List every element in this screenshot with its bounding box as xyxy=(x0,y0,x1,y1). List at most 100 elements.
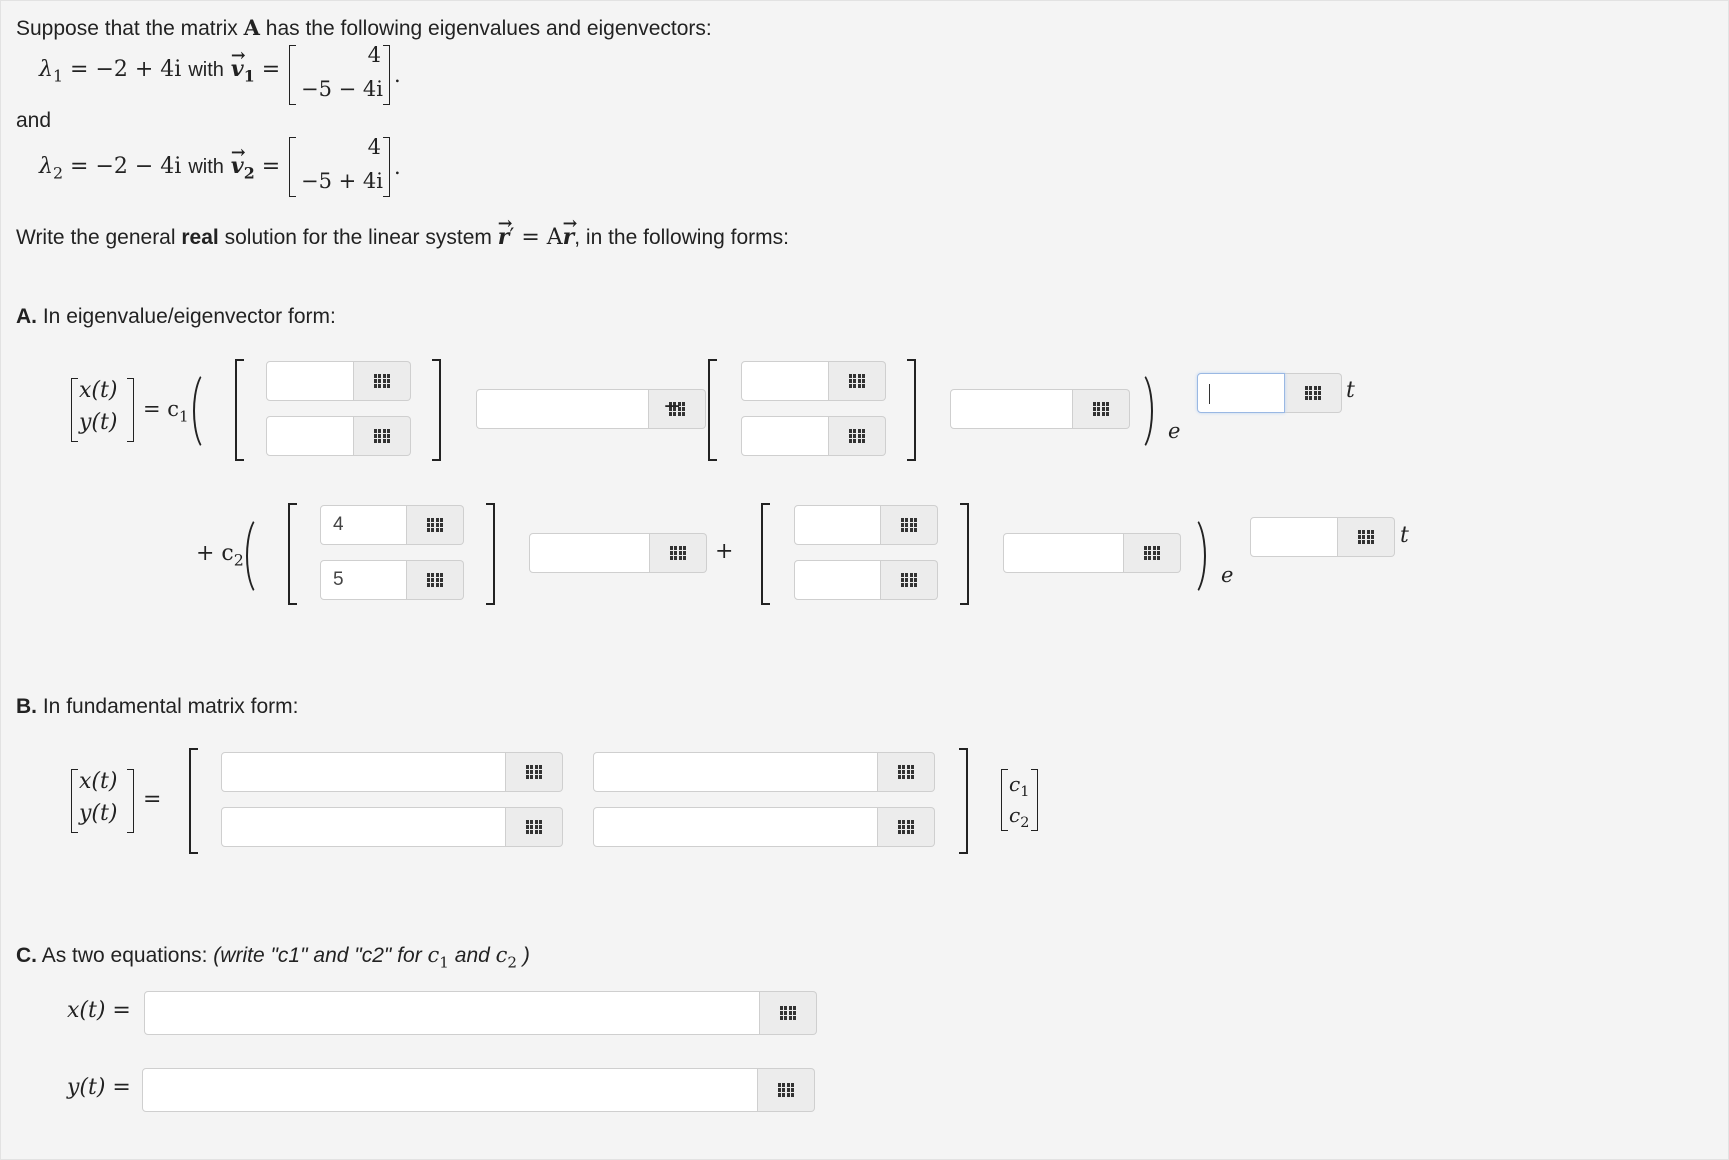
grid-icon xyxy=(898,765,914,779)
grid-icon xyxy=(526,820,542,834)
eigenvector-2-top: 4 xyxy=(367,135,381,159)
right-bracket xyxy=(127,769,134,833)
answer-a-c2-func2 xyxy=(1003,533,1181,573)
answer-input[interactable] xyxy=(950,389,1073,429)
matrix-entry-button[interactable] xyxy=(407,560,464,600)
left-paren xyxy=(193,369,225,453)
right-bracket xyxy=(383,45,390,105)
grid-icon xyxy=(526,765,542,779)
answer-input[interactable] xyxy=(266,361,354,401)
left-bracket xyxy=(289,137,296,197)
intro-line: Suppose that the matrix A has the follow… xyxy=(16,15,712,41)
matrix-entry-button[interactable] xyxy=(829,361,886,401)
right-bracket xyxy=(486,503,495,605)
intro-text: Suppose that the matrix xyxy=(16,17,238,40)
answer-input[interactable] xyxy=(142,1068,758,1112)
left-bracket xyxy=(71,769,78,833)
answer-input[interactable] xyxy=(794,560,881,600)
answer-input[interactable] xyxy=(476,389,649,429)
y-of-t: y(t) xyxy=(79,410,118,435)
matrix-entry-button[interactable] xyxy=(1285,373,1342,413)
matrix-entry-button[interactable] xyxy=(758,1068,815,1112)
matrix-entry-button[interactable] xyxy=(878,752,935,792)
left-bracket xyxy=(1001,769,1008,831)
plus-c2: + c2 xyxy=(196,541,244,570)
grid-icon xyxy=(1144,546,1160,560)
problem-panel: Suppose that the matrix A has the follow… xyxy=(0,0,1729,1160)
grid-icon xyxy=(901,518,917,532)
right-bracket xyxy=(127,378,134,442)
matrix-entry-button[interactable] xyxy=(506,807,563,847)
answer-a-c2-vec1-bottom: 5 xyxy=(320,560,464,600)
grid-icon xyxy=(374,429,390,443)
eigenvalue-2: λ2 = −2 − 4i with → v2 = xyxy=(39,142,281,183)
c2-symbol: c2 xyxy=(1009,803,1030,832)
x-equation-label: x(t) = xyxy=(67,998,131,1023)
right-paren xyxy=(1174,514,1206,598)
answer-input[interactable] xyxy=(144,991,760,1035)
answer-input[interactable] xyxy=(794,505,881,545)
part-b-heading: B. In fundamental matrix form: xyxy=(16,695,299,718)
grid-icon xyxy=(1093,402,1109,416)
c1-symbol: c1 xyxy=(1009,772,1030,801)
left-bracket xyxy=(71,378,78,442)
answer-input[interactable] xyxy=(529,533,650,573)
answer-a-c1-vec2-bottom xyxy=(741,416,886,456)
answer-input[interactable] xyxy=(221,807,506,847)
y-equation-label: y(t) = xyxy=(67,1075,131,1100)
left-bracket xyxy=(289,45,296,105)
answer-input[interactable] xyxy=(593,752,878,792)
right-paren xyxy=(1121,369,1153,453)
equals-sign: = xyxy=(143,787,162,812)
matrix-entry-button[interactable] xyxy=(354,416,411,456)
right-bracket xyxy=(432,359,441,461)
left-bracket xyxy=(288,503,297,605)
answer-input[interactable] xyxy=(1250,517,1338,557)
grid-icon xyxy=(427,573,443,587)
matrix-entry-button[interactable] xyxy=(407,505,464,545)
grid-icon xyxy=(670,546,686,560)
grid-icon xyxy=(1358,530,1374,544)
left-bracket xyxy=(761,503,770,605)
intro-text-rest: has the following eigenvalues and eigenv… xyxy=(265,17,712,40)
e-base: e xyxy=(1221,563,1234,587)
grid-icon xyxy=(374,374,390,388)
matrix-entry-button[interactable] xyxy=(1124,533,1181,573)
minus-sign: − xyxy=(663,394,682,419)
matrix-entry-button[interactable] xyxy=(881,505,938,545)
grid-icon xyxy=(849,374,865,388)
eigenvector-2-bottom: −5 + 4i xyxy=(301,169,383,193)
answer-a-c2-func1 xyxy=(529,533,707,573)
answer-input[interactable] xyxy=(593,807,878,847)
answer-input[interactable] xyxy=(741,361,829,401)
answer-a-c1-func2 xyxy=(950,389,1130,429)
answer-input[interactable] xyxy=(1003,533,1124,573)
t-variable: t xyxy=(1346,378,1355,403)
answer-a-c1-vec2-top xyxy=(741,361,886,401)
matrix-entry-button[interactable] xyxy=(650,533,707,573)
answer-input[interactable] xyxy=(266,416,354,456)
grid-icon xyxy=(780,1006,796,1020)
answer-a-c1-vec1-top xyxy=(266,361,411,401)
t-variable: t xyxy=(1400,523,1409,548)
answer-input[interactable] xyxy=(741,416,829,456)
answer-b-11 xyxy=(221,752,563,792)
left-bracket xyxy=(708,359,717,461)
answer-input[interactable]: 5 xyxy=(320,560,407,600)
answer-a-c2-exponent xyxy=(1250,517,1395,557)
answer-a-c2-vec1-top: 4 xyxy=(320,505,464,545)
matrix-entry-button[interactable] xyxy=(506,752,563,792)
grid-icon xyxy=(778,1083,794,1097)
answer-input[interactable]: 4 xyxy=(320,505,407,545)
e-base: e xyxy=(1168,419,1181,443)
eigenvector-1-top: 4 xyxy=(367,43,381,67)
matrix-entry-button[interactable] xyxy=(878,807,935,847)
matrix-entry-button[interactable] xyxy=(354,361,411,401)
answer-input[interactable] xyxy=(1197,373,1285,413)
left-bracket xyxy=(235,359,244,461)
matrix-entry-button[interactable] xyxy=(1338,517,1395,557)
matrix-entry-button[interactable] xyxy=(760,991,817,1035)
answer-input[interactable] xyxy=(221,752,506,792)
matrix-entry-button[interactable] xyxy=(881,560,938,600)
matrix-entry-button[interactable] xyxy=(829,416,886,456)
